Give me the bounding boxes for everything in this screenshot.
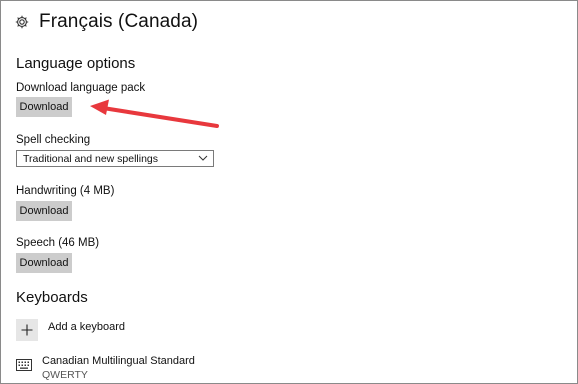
- gear-icon: [15, 15, 29, 29]
- download-handwriting-button[interactable]: Download: [16, 201, 72, 221]
- plus-icon: [16, 319, 38, 341]
- handwriting-label: Handwriting (4 MB): [16, 185, 115, 197]
- speech-label: Speech (46 MB): [16, 237, 100, 249]
- download-language-pack-label: Download language pack: [16, 82, 146, 94]
- keyboard-list-item[interactable]: Canadian Multilingual Standard QWERTY: [16, 355, 195, 382]
- chevron-down-icon: [198, 155, 208, 161]
- add-keyboard-button[interactable]: Add a keyboard: [16, 319, 125, 341]
- keyboards-heading: Keyboards: [16, 289, 88, 306]
- keyboard-name: Canadian Multilingual Standard: [42, 355, 195, 367]
- add-keyboard-label: Add a keyboard: [48, 321, 126, 333]
- download-speech-button[interactable]: Download: [16, 253, 72, 273]
- spell-checking-dropdown[interactable]: Traditional and new spellings: [16, 150, 214, 167]
- page-title: Français (Canada): [39, 11, 199, 32]
- keyboard-icon: [16, 359, 32, 371]
- language-options-heading: Language options: [16, 55, 136, 72]
- spell-checking-label: Spell checking: [16, 134, 91, 146]
- spell-checking-selected-value: Traditional and new spellings: [23, 152, 159, 165]
- settings-window: Français (Canada) Language options Downl…: [0, 0, 578, 384]
- page-header: Français (Canada): [15, 11, 198, 33]
- annotation-arrow-icon: [90, 99, 219, 128]
- keyboard-layout: QWERTY: [42, 369, 88, 381]
- download-language-pack-button[interactable]: Download: [16, 97, 72, 117]
